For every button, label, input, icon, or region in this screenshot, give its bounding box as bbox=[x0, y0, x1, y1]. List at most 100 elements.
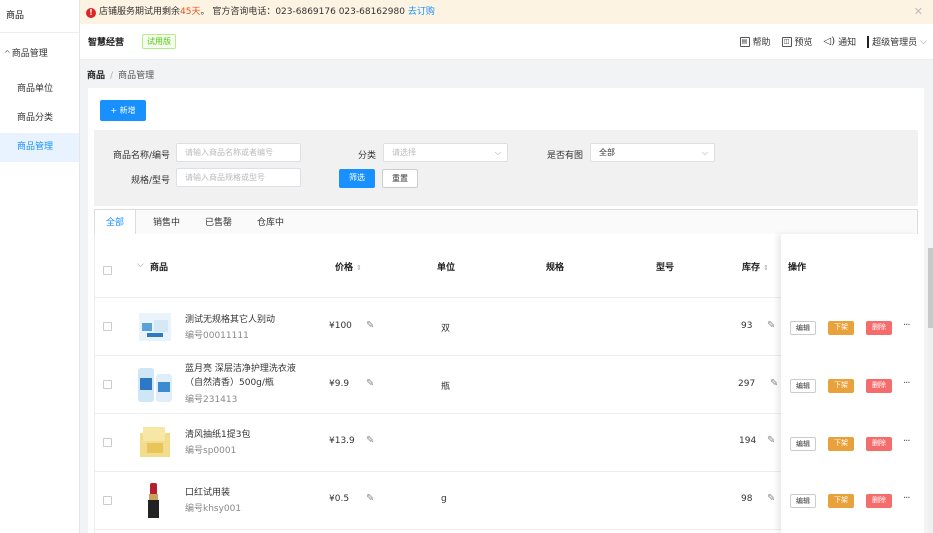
delete-button[interactable]: 删除 bbox=[866, 321, 892, 335]
tab-in-warehouse[interactable]: 仓库中 bbox=[257, 210, 284, 236]
spec-search-input[interactable]: 请输入商品规格或型号 bbox=[176, 168, 301, 187]
help-button[interactable]: ▤ 帮助 bbox=[739, 35, 771, 48]
sidebar-group-product-management[interactable]: ^商品管理 bbox=[0, 33, 79, 75]
tab-all[interactable]: 全部 bbox=[95, 210, 137, 237]
product-price: ¥100 bbox=[329, 321, 352, 331]
top-header: 智慧经营 试用版 ▤ 帮助 ◫ 预览 ◁) 通知 超级管理员 ⌵ bbox=[80, 24, 933, 60]
edit-stock-icon[interactable]: ✎ bbox=[767, 494, 777, 504]
breadcrumb: 商品 / 商品管理 bbox=[87, 68, 154, 81]
product-code: 编号khsy001 bbox=[185, 504, 242, 514]
page-scrollbar-thumb[interactable] bbox=[928, 248, 933, 328]
edit-price-icon[interactable]: ✎ bbox=[366, 494, 376, 504]
preview-icon: ◫ bbox=[781, 36, 792, 47]
offline-button[interactable]: 下架 bbox=[828, 494, 854, 508]
notify-button[interactable]: ◁) 通知 bbox=[824, 35, 857, 48]
chevron-down-icon: ⌵ bbox=[701, 148, 708, 157]
edit-price-icon[interactable]: ✎ bbox=[366, 436, 376, 446]
col-price-label: 价格 bbox=[335, 263, 354, 273]
trial-notice-bar: ! 店铺服务期试用剩余45天。 官方咨询电话：023-6869176 023-68… bbox=[80, 0, 933, 24]
user-menu[interactable]: 超级管理员 ⌵ bbox=[867, 35, 927, 48]
col-unit: 单位 bbox=[437, 263, 456, 273]
product-name[interactable]: 测试无规格其它人别动 bbox=[185, 313, 309, 327]
col-ops: 操作 bbox=[788, 263, 807, 273]
select-all-checkbox[interactable] bbox=[103, 266, 112, 275]
notice-days: 45天 bbox=[180, 7, 201, 17]
content-card: + 新增 商品名称/编号 请输入商品名称或者编号 分类 请选择 ⌵ 是否有图 全… bbox=[88, 88, 924, 533]
buy-link[interactable]: 去订购 bbox=[408, 7, 435, 17]
product-stock: 93 bbox=[741, 321, 753, 331]
row-checkbox[interactable] bbox=[103, 380, 112, 389]
user-name: 超级管理员 bbox=[872, 38, 918, 48]
add-product-button[interactable]: + 新增 bbox=[100, 100, 146, 121]
preview-label: 预览 bbox=[794, 38, 813, 48]
row-checkbox[interactable] bbox=[103, 322, 112, 331]
sidebar-title: 商品 bbox=[0, 0, 79, 33]
edit-price-icon[interactable]: ✎ bbox=[366, 379, 376, 389]
name-search-input[interactable]: 请输入商品名称或者编号 bbox=[176, 143, 301, 162]
product-stock: 194 bbox=[739, 436, 757, 446]
filter-button[interactable]: 筛选 bbox=[339, 169, 375, 188]
col-model: 型号 bbox=[656, 263, 675, 273]
filter-panel: 商品名称/编号 请输入商品名称或者编号 分类 请选择 ⌵ 是否有图 全部 ⌵ 规… bbox=[94, 130, 918, 206]
more-icon[interactable]: ··· bbox=[903, 493, 910, 504]
sidebar-item-units[interactable]: 商品单位 bbox=[0, 75, 79, 104]
product-thumbnail bbox=[137, 364, 173, 404]
edit-stock-icon[interactable]: ✎ bbox=[767, 436, 777, 446]
preview-button[interactable]: ◫ 预览 bbox=[781, 35, 813, 48]
product-unit: 双 bbox=[441, 324, 451, 334]
divider bbox=[867, 35, 870, 48]
edit-button[interactable]: 编辑 bbox=[790, 379, 816, 393]
status-tabs: 全部 销售中 已售罄 仓库中 bbox=[94, 209, 918, 237]
row-checkbox[interactable] bbox=[103, 438, 112, 447]
more-icon[interactable]: ··· bbox=[903, 320, 910, 331]
product-thumbnail bbox=[137, 481, 173, 521]
close-icon[interactable]: ✕ bbox=[914, 0, 923, 24]
chevron-down-icon: ⌵ bbox=[494, 148, 501, 157]
brand-name: 智慧经营 bbox=[88, 38, 125, 48]
delete-button[interactable]: 删除 bbox=[866, 379, 892, 393]
product-price: ¥9.9 bbox=[329, 379, 350, 389]
tab-on-sale[interactable]: 销售中 bbox=[153, 210, 180, 236]
delete-button[interactable]: 删除 bbox=[866, 494, 892, 508]
has-image-select[interactable]: 全部 ⌵ bbox=[590, 143, 715, 162]
edit-button[interactable]: 编辑 bbox=[790, 494, 816, 508]
sidebar-item-categories[interactable]: 商品分类 bbox=[0, 104, 79, 133]
chevron-down-icon: ⌵ bbox=[920, 36, 927, 47]
has-image-value: 全部 bbox=[599, 148, 615, 157]
product-name[interactable]: 清风抽纸1提3包 bbox=[185, 428, 309, 442]
sidebar: 商品 ^商品管理 商品单位 商品分类 商品管理 bbox=[0, 0, 80, 533]
offline-button[interactable]: 下架 bbox=[828, 437, 854, 451]
category-label: 分类 bbox=[357, 151, 376, 161]
row-checkbox[interactable] bbox=[103, 496, 112, 505]
edit-button[interactable]: 编辑 bbox=[790, 321, 816, 335]
breadcrumb-current: 商品管理 bbox=[118, 71, 155, 81]
edit-button[interactable]: 编辑 bbox=[790, 437, 816, 451]
product-table: ⌵ 商品 价格 ⇕ 单位 规格 型号 库存 ⇕ 测试无规格其它人别动 编号00011… bbox=[94, 234, 919, 533]
delete-button[interactable]: 删除 bbox=[866, 437, 892, 451]
product-price: ¥13.9 bbox=[329, 436, 355, 446]
col-stock[interactable]: 库存 ⇕ bbox=[742, 260, 769, 273]
tab-sold-out[interactable]: 已售罄 bbox=[205, 210, 232, 236]
expand-chevron-icon[interactable]: ⌵ bbox=[137, 260, 144, 270]
product-code: 编号00011111 bbox=[185, 331, 249, 341]
edit-price-icon[interactable]: ✎ bbox=[366, 321, 376, 331]
product-name[interactable]: 口红试用装 bbox=[185, 486, 309, 500]
reset-button[interactable]: 重置 bbox=[382, 169, 418, 188]
trial-badge: 试用版 bbox=[142, 34, 176, 49]
more-icon[interactable]: ··· bbox=[903, 378, 910, 389]
more-icon[interactable]: ··· bbox=[903, 436, 910, 447]
col-product: 商品 bbox=[150, 263, 169, 273]
product-name[interactable]: 蓝月亮 深层洁净护理洗衣液（自然清香）500g/瓶 bbox=[185, 362, 309, 390]
help-icon: ▤ bbox=[739, 36, 750, 47]
breadcrumb-root[interactable]: 商品 bbox=[87, 71, 105, 81]
sidebar-item-products[interactable]: 商品管理 bbox=[0, 133, 79, 162]
offline-button[interactable]: 下架 bbox=[828, 321, 854, 335]
col-price[interactable]: 价格 ⇕ bbox=[335, 260, 362, 273]
category-select[interactable]: 请选择 ⌵ bbox=[383, 143, 508, 162]
notify-label: 通知 bbox=[838, 38, 857, 48]
offline-button[interactable]: 下架 bbox=[828, 379, 854, 393]
product-unit: g bbox=[441, 494, 447, 504]
edit-stock-icon[interactable]: ✎ bbox=[770, 379, 780, 389]
operations-column: 操作 编辑 下架 删除 ··· 编辑 下架 删除 ··· 编辑 下架 删除 ··… bbox=[781, 234, 919, 533]
edit-stock-icon[interactable]: ✎ bbox=[767, 321, 777, 331]
